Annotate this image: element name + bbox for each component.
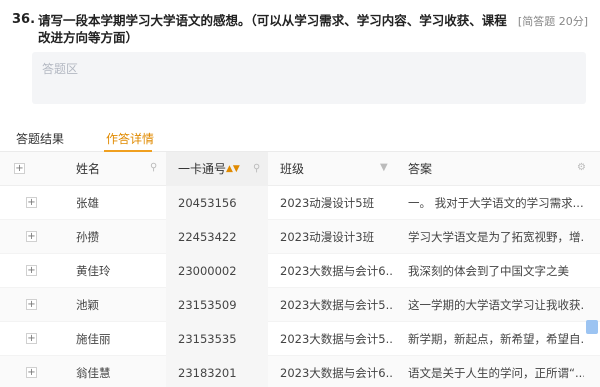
cell-answer: 这一学期的大学语文学习让我收获...: [408, 298, 584, 312]
cell-class: 2023大数据与会计6...: [280, 264, 392, 278]
table-row[interactable]: + 翁佳慧 23183201 2023大数据与会计6... 语文是关于人生的学问…: [0, 356, 600, 387]
expand-row-button[interactable]: +: [26, 367, 37, 378]
question-type-tag: [简答题 20分]: [517, 15, 588, 28]
cell-answer: 新学期，新起点，新希望，希望自...: [408, 332, 584, 346]
cell-class: 2023动漫设计3班: [280, 230, 375, 244]
expand-row-button[interactable]: +: [26, 231, 37, 242]
cell-name: 张雄: [76, 196, 99, 210]
cell-class: 2023大数据与会计6...: [280, 366, 392, 380]
search-icon[interactable]: ⚲: [253, 152, 260, 186]
expand-row-button[interactable]: +: [26, 197, 37, 208]
tab-answer-results[interactable]: 答题结果: [16, 130, 64, 147]
expand-row-button[interactable]: +: [26, 333, 37, 344]
answer-placeholder: 答题区: [42, 62, 79, 76]
cell-answer: 我深刻的体会到了中国文字之美: [408, 264, 569, 278]
column-header-answer[interactable]: 答案: [408, 152, 432, 186]
table-row[interactable]: + 黄佳玲 23000002 2023大数据与会计6... 我深刻的体会到了中国…: [0, 254, 600, 288]
cell-class: 2023大数据与会计5...: [280, 298, 392, 312]
cell-answer: 学习大学语文是为了拓宽视野，增...: [408, 230, 584, 244]
expand-all-button[interactable]: +: [14, 163, 25, 174]
cell-card: 23000002: [178, 264, 237, 278]
column-header-card[interactable]: 一卡通号 ▲▼ ⚲: [166, 152, 268, 186]
cell-class: 2023大数据与会计5...: [280, 332, 392, 346]
column-header-class[interactable]: 班级: [280, 152, 304, 186]
sort-icon[interactable]: ▲▼: [226, 152, 240, 186]
tab-answer-details[interactable]: 作答详情: [106, 130, 154, 147]
scrollbar-thumb[interactable]: [586, 320, 598, 334]
cell-card: 20453156: [178, 196, 237, 210]
cell-card: 23153509: [178, 298, 237, 312]
column-header-name[interactable]: 姓名: [76, 152, 100, 186]
cell-card: 23183201: [178, 366, 237, 380]
cell-name: 池颖: [76, 298, 99, 312]
cell-answer: 一。 我对于大学语文的学习需求...: [408, 196, 584, 210]
filter-icon[interactable]: ▼: [380, 162, 388, 173]
answer-details-table: + 姓名 ⚲ 一卡通号 ▲▼ ⚲ 班级 ▼ 答案 ⚙ + 张雄 20453156…: [0, 152, 600, 387]
table-row[interactable]: + 张雄 20453156 2023动漫设计5班 一。 我对于大学语文的学习需求…: [0, 186, 600, 220]
settings-icon[interactable]: ⚙: [577, 162, 586, 173]
expand-row-button[interactable]: +: [26, 299, 37, 310]
cell-name: 黄佳玲: [76, 264, 111, 278]
cell-class: 2023动漫设计5班: [280, 196, 375, 210]
table-body: + 张雄 20453156 2023动漫设计5班 一。 我对于大学语文的学习需求…: [0, 186, 600, 387]
cell-card: 22453422: [178, 230, 237, 244]
column-header-card-label: 一卡通号: [178, 162, 227, 176]
table-row[interactable]: + 施佳丽 23153535 2023大数据与会计5... 新学期，新起点，新希…: [0, 322, 600, 356]
expand-row-button[interactable]: +: [26, 265, 37, 276]
table-row[interactable]: + 孙攒 22453422 2023动漫设计3班 学习大学语文是为了拓宽视野，增…: [0, 220, 600, 254]
answer-area[interactable]: 答题区: [32, 52, 586, 104]
search-icon[interactable]: ⚲: [150, 162, 157, 173]
question-number: 36.: [12, 12, 36, 27]
cell-name: 施佳丽: [76, 332, 111, 346]
cell-card: 23153535: [178, 332, 237, 346]
result-tabs: 答题结果 作答详情: [0, 124, 600, 152]
table-header: + 姓名 ⚲ 一卡通号 ▲▼ ⚲ 班级 ▼ 答案 ⚙: [0, 152, 600, 186]
question-header: 36. 请写一段本学期学习大学语文的感想。（可以从学习需求、学习内容、学习收获、…: [12, 10, 588, 50]
question-text: 请写一段本学期学习大学语文的感想。（可以从学习需求、学习内容、学习收获、课程改进…: [38, 13, 507, 45]
cell-name: 翁佳慧: [76, 366, 111, 380]
cell-answer: 语文是关于人生的学问，正所谓“...: [408, 366, 584, 380]
table-row[interactable]: + 池颖 23153509 2023大数据与会计5... 这一学期的大学语文学习…: [0, 288, 600, 322]
cell-name: 孙攒: [76, 230, 99, 244]
